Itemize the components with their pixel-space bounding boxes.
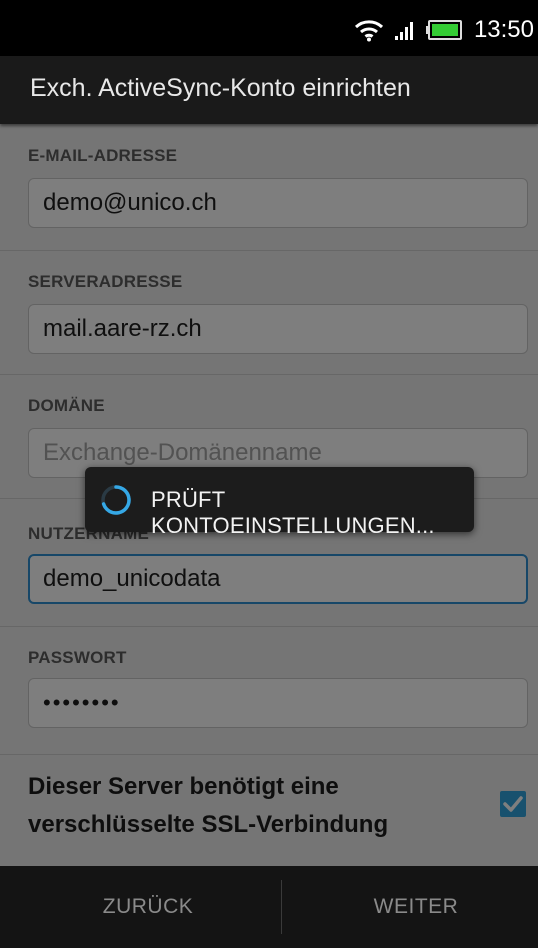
action-bar: Exch. ActiveSync-Konto einrichten: [0, 56, 538, 124]
progress-dialog: PRÜFT KONTOEINSTELLUNGEN...: [85, 467, 474, 538]
back-button[interactable]: ZURÜCK: [14, 866, 282, 948]
bottom-action-bar: ZURÜCK WEITER: [0, 866, 538, 948]
signal-icon: [394, 19, 416, 41]
screen: 13:50 Exch. ActiveSync-Konto einrichten …: [0, 0, 538, 948]
battery-icon: [425, 19, 462, 41]
next-button[interactable]: WEITER: [282, 866, 538, 948]
wifi-icon: [354, 18, 384, 42]
status-icons: 13:50: [354, 16, 534, 44]
page-title: Exch. ActiveSync-Konto einrichten: [30, 74, 411, 102]
progress-message: PRÜFT KONTOEINSTELLUNGEN...: [151, 487, 435, 538]
status-time: 13:50: [473, 16, 534, 43]
status-bar: 13:50: [0, 0, 538, 56]
loading-spinner-icon: [99, 483, 133, 522]
